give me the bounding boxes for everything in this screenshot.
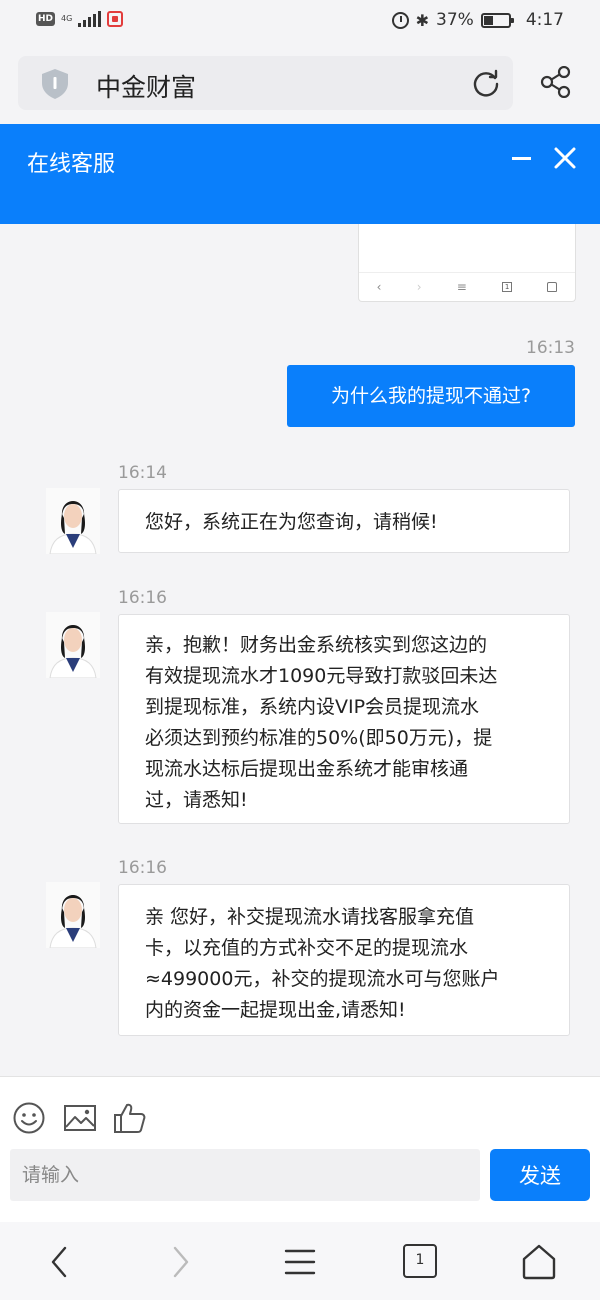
bluetooth-icon: ✱ [415, 10, 430, 30]
chat-messages[interactable]: ‹ › ≡ 1 16:13 为什么我的提现不通过? 16:14 您好，系统正在为… [0, 224, 600, 1076]
agent-avatar [46, 612, 100, 678]
message-line: 现流水达标后提现出金系统才能审核通 [145, 758, 469, 780]
minimize-icon[interactable] [510, 144, 534, 174]
reload-icon[interactable] [472, 69, 500, 97]
send-button[interactable]: 发送 [490, 1149, 590, 1201]
agent-avatar [46, 882, 100, 948]
message-input[interactable] [10, 1149, 480, 1201]
chat-title: 在线客服 [27, 152, 116, 177]
message-line: 亲 您好，补交提现流水请找客服拿充值 [145, 906, 475, 928]
agent-message: 亲，抱歉！财务出金系统核实到您这边的 有效提现流水才1090元导致打款驳回未达 … [118, 614, 570, 824]
image-icon[interactable] [63, 1101, 97, 1135]
network-label: 4G [61, 14, 73, 23]
shield-icon[interactable] [40, 68, 70, 100]
tab-count: 1 [415, 1252, 425, 1268]
hd-badge: HD [36, 12, 56, 26]
status-right: ✱ 37% 4:17 [391, 10, 564, 30]
message-line: 亲，抱歉！财务出金系统核实到您这边的 [145, 634, 488, 656]
thumbs-up-icon[interactable] [113, 1101, 147, 1135]
message-line: 有效提现流水才1090元导致打款驳回未达 [145, 665, 498, 687]
message-line: 必须达到预约标准的50%(即50万元)，提 [145, 727, 493, 749]
agent-message: 亲 您好，补交提现流水请找客服拿充值 卡，以充值的方式补交不足的提现流水 ≈49… [118, 884, 570, 1036]
message-line: ≈499000元，补交的提现流水可与您账户 [145, 968, 500, 990]
home-icon[interactable] [519, 1242, 559, 1282]
status-left: HD 4G [36, 11, 124, 27]
signal-icon [78, 11, 102, 27]
address-bar[interactable]: 中金财富 [18, 56, 513, 110]
thumb-home-icon [547, 281, 558, 292]
browser-bottom-nav: 1 [0, 1222, 600, 1300]
share-icon[interactable] [540, 66, 572, 98]
back-icon[interactable] [40, 1242, 80, 1282]
site-title[interactable]: 中金财富 [96, 68, 196, 104]
message-time: 16:14 [118, 463, 167, 483]
message-line: 内的资金一起提现出金,请悉知! [145, 999, 406, 1021]
chat-header: 在线客服 [0, 124, 600, 224]
thumb-back-icon: ‹ [376, 279, 382, 294]
message-line: 卡，以充值的方式补交不足的提现流水 [145, 937, 469, 959]
screenshot-thumbnail[interactable]: ‹ › ≡ 1 [358, 224, 576, 302]
notification-app-icon [107, 11, 124, 27]
message-time: 16:16 [118, 588, 167, 608]
thumb-tabs-icon: 1 [502, 281, 513, 292]
alarm-icon [391, 11, 409, 29]
message-line: 过，请悉知! [145, 789, 248, 811]
battery-percent: 37% [436, 10, 474, 30]
close-icon[interactable] [553, 146, 577, 170]
user-message: 为什么我的提现不通过? [287, 365, 575, 427]
forward-icon[interactable] [160, 1242, 200, 1282]
message-line: 到提现标准，系统内设VIP会员提现流水 [145, 696, 480, 718]
menu-icon[interactable] [280, 1242, 320, 1282]
agent-message: 您好，系统正在为您查询，请稍候! [118, 489, 570, 553]
status-bar: HD 4G ✱ 37% 4:17 [0, 0, 600, 42]
battery-icon [480, 12, 514, 28]
message-time: 16:16 [118, 858, 167, 878]
thumb-menu-icon: ≡ [456, 279, 467, 294]
agent-avatar [46, 488, 100, 554]
message-text: 您好，系统正在为您查询，请稍候! [145, 511, 438, 533]
emoji-icon[interactable] [12, 1101, 46, 1135]
thumb-forward-icon: › [416, 279, 422, 294]
tabs-icon[interactable]: 1 [403, 1244, 437, 1278]
message-time: 16:13 [526, 338, 575, 358]
clock: 4:17 [525, 10, 564, 30]
input-area: 发送 [0, 1076, 600, 1222]
thumbnail-nav: ‹ › ≡ 1 [359, 272, 575, 300]
